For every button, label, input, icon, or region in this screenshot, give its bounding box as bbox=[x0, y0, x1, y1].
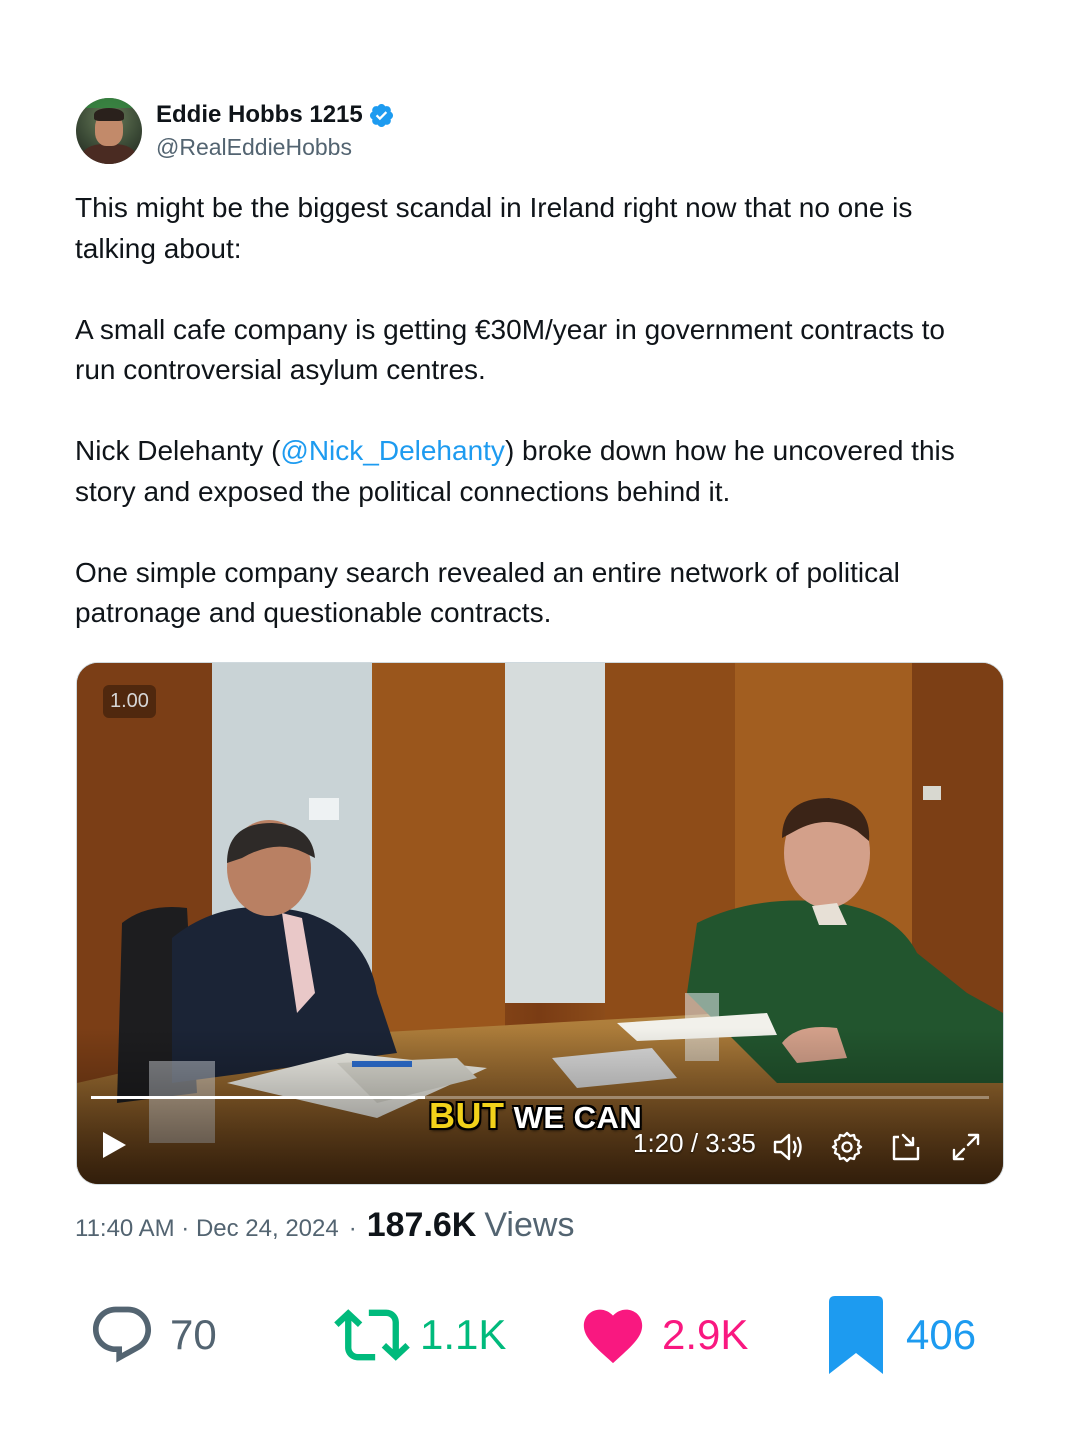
tweet-meta: 11:40 AM · Dec 24, 2024 · 187.6K Views bbox=[75, 1206, 574, 1245]
views-label: Views bbox=[484, 1206, 575, 1244]
reply-count: 70 bbox=[170, 1311, 217, 1358]
like-button[interactable]: 2.9K bbox=[578, 1290, 748, 1380]
author-names: Eddie Hobbs 1215 @RealEddieHobbs bbox=[156, 100, 395, 162]
repost-button[interactable]: 1.1K bbox=[334, 1290, 506, 1380]
bookmark-button[interactable]: 406 bbox=[826, 1290, 976, 1380]
bookmark-icon bbox=[829, 1296, 883, 1374]
video-progress-fill bbox=[91, 1096, 426, 1099]
video-subtitle: BUT WE CAN bbox=[429, 1095, 642, 1137]
author-handle[interactable]: @RealEddieHobbs bbox=[156, 132, 395, 162]
playback-speed-badge[interactable]: 1.00 bbox=[103, 685, 156, 718]
tweet-line: run controversial asylum centres. bbox=[75, 354, 486, 385]
play-icon[interactable] bbox=[99, 1129, 129, 1161]
repost-icon bbox=[334, 1309, 410, 1361]
volume-icon[interactable] bbox=[771, 1130, 805, 1164]
settings-icon[interactable] bbox=[830, 1130, 864, 1164]
tweet-paragraph: One simple company search revealed an en… bbox=[75, 553, 1015, 634]
reply-icon bbox=[92, 1306, 152, 1363]
tweet-paragraph: This might be the biggest scandal in Ire… bbox=[75, 188, 1015, 269]
video-player[interactable]: 1.00 BUT WE CAN 1:20 / 3:35 bbox=[76, 662, 1004, 1185]
avatar[interactable] bbox=[76, 98, 142, 164]
tweet-line: story and exposed the political connecti… bbox=[75, 475, 731, 507]
tweet-line: One simple company search revealed an en… bbox=[75, 556, 900, 588]
meta-separator: · bbox=[348, 1215, 357, 1242]
verified-badge-icon bbox=[369, 103, 393, 127]
repost-count: 1.1K bbox=[420, 1311, 507, 1358]
tweet-actions: 70 1.1K 2.9K 406 bbox=[0, 1290, 1080, 1380]
tweet-line: ) broke down how he uncovered this bbox=[504, 435, 955, 466]
bookmark-count: 406 bbox=[906, 1311, 977, 1358]
tweet-line: talking about: bbox=[75, 232, 242, 264]
tweet-paragraph: Nick Delehanty (@Nick_Delehanty) broke d… bbox=[75, 431, 1015, 512]
mention-link[interactable]: @Nick_Delehanty bbox=[280, 435, 505, 466]
dock-icon[interactable] bbox=[889, 1130, 923, 1164]
tweet-line: This might be the biggest scandal in Ire… bbox=[75, 192, 913, 223]
video-time: 1:20 / 3:35 bbox=[633, 1128, 756, 1158]
author-display-name[interactable]: Eddie Hobbs 1215 bbox=[156, 100, 363, 130]
tweet-author[interactable]: Eddie Hobbs 1215 @RealEddieHobbs bbox=[76, 96, 395, 166]
tweet-line: patronage and questionable contracts. bbox=[75, 597, 552, 628]
tweet-text: This might be the biggest scandal in Ire… bbox=[75, 188, 1015, 634]
tweet-timestamp[interactable]: 11:40 AM · Dec 24, 2024 bbox=[75, 1215, 339, 1243]
tweet-line: Nick Delehanty ( bbox=[75, 435, 281, 466]
subtitle-highlight: BUT bbox=[429, 1095, 505, 1136]
heart-icon bbox=[583, 1309, 643, 1364]
subtitle-text: WE CAN bbox=[504, 1100, 643, 1135]
video-progress-bar[interactable] bbox=[91, 1096, 989, 1099]
views-count: 187.6K bbox=[366, 1206, 477, 1244]
reply-button[interactable]: 70 bbox=[88, 1290, 217, 1380]
tweet-line: A small cafe company is getting €30M/yea… bbox=[75, 313, 945, 345]
like-count: 2.9K bbox=[662, 1311, 749, 1358]
fullscreen-icon[interactable] bbox=[949, 1130, 983, 1164]
tweet-paragraph: A small cafe company is getting €30M/yea… bbox=[75, 310, 1015, 391]
